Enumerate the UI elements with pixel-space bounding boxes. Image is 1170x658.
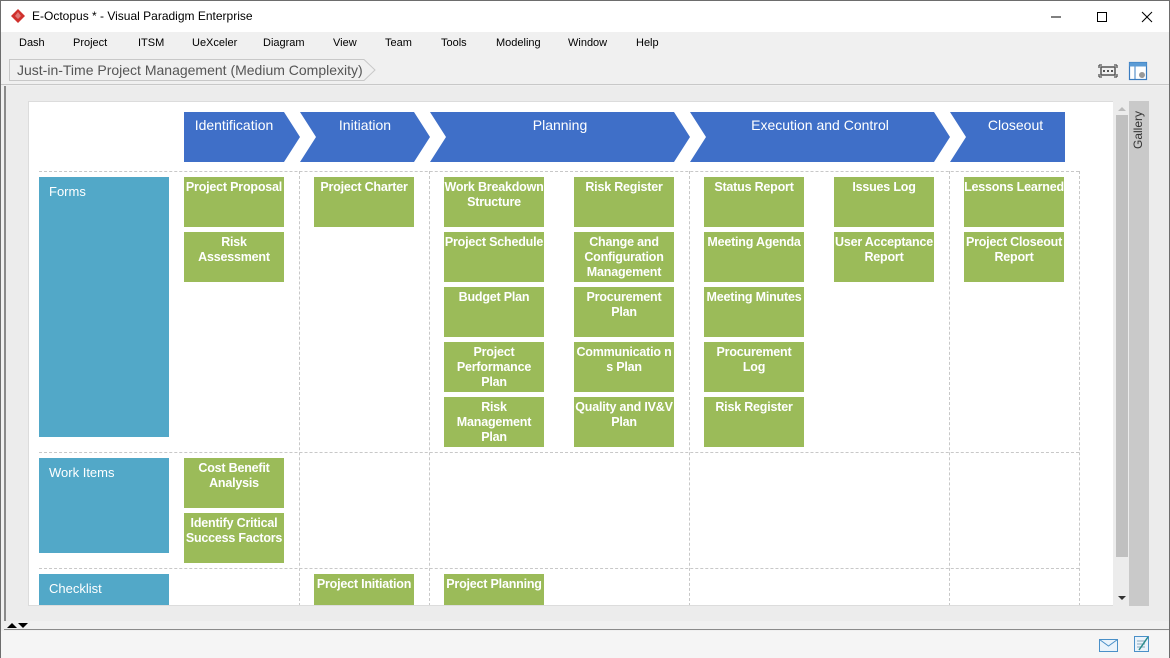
visual-paradigm-logo-icon [11,9,25,23]
fit-diagram-icon[interactable] [1098,61,1118,81]
grid-line [949,171,950,605]
menu-diagram[interactable]: Diagram [263,37,305,49]
phase-label: Initiation [338,117,392,133]
card-communications-plan[interactable]: Communicatio ns Plan [574,342,674,392]
minimize-button[interactable] [1033,1,1079,32]
grid-line [39,171,1079,172]
menu-bar: Dash Project ITSM UeXceler Diagram View … [1,32,1169,55]
gallery-tab[interactable]: Gallery [1129,101,1149,606]
phase-label: Identification [194,117,274,133]
maximize-icon [1097,11,1107,22]
card-meeting-agenda[interactable]: Meeting Agenda [704,232,804,282]
grid-line [299,171,300,605]
card-risk-register[interactable]: Risk Register [574,177,674,227]
grid-line [39,568,1079,569]
phase-identification[interactable]: Identification [184,112,300,162]
title-bar: E-Octopus * - Visual Paradigm Enterprise [1,1,1169,32]
row-label-checklist[interactable]: Checklist [39,574,169,605]
scroll-up-icon[interactable] [1114,104,1130,114]
vertical-scrollbar[interactable] [1113,101,1129,606]
grid-line [429,171,430,605]
card-risk-assessment[interactable]: Risk Assessment [184,232,284,282]
phase-label: Execution and Control [751,117,889,133]
status-bar [1,631,1169,658]
phase-initiation[interactable]: Initiation [300,112,430,162]
card-procurement-log[interactable]: Procurement Log [704,342,804,392]
card-user-acceptance-report[interactable]: User Acceptance Report [834,232,934,282]
card-risk-register-execution[interactable]: Risk Register [704,397,804,447]
grid-line [689,171,690,605]
phase-label: Closeout [987,117,1044,133]
menu-window[interactable]: Window [568,37,607,49]
expand-collapse-arrows-icon[interactable] [6,621,30,629]
menu-help[interactable]: Help [636,37,659,49]
menu-dash[interactable]: Dash [19,37,45,49]
close-button[interactable] [1124,1,1170,32]
card-identify-critical-success-factors[interactable]: Identify Critical Success Factors [184,513,284,563]
card-procurement-plan[interactable]: Procurement Plan [574,287,674,337]
card-lessons-learned[interactable]: Lessons Learned [964,177,1064,227]
phase-closeout[interactable]: Closeout [950,112,1065,162]
card-issues-log[interactable]: Issues Log [834,177,934,227]
card-quality-ivv-plan[interactable]: Quality and IV&V Plan [574,397,674,447]
card-cost-benefit-analysis[interactable]: Cost Benefit Analysis [184,458,284,508]
app-window: E-Octopus * - Visual Paradigm Enterprise… [0,0,1170,658]
grid-line [39,452,1079,453]
menu-tools[interactable]: Tools [441,37,467,49]
breadcrumb-bar: Just-in-Time Project Management (Medium … [1,55,1169,85]
breadcrumb-label: Just-in-Time Project Management (Medium … [17,62,363,78]
window-title: E-Octopus * - Visual Paradigm Enterprise [32,9,253,23]
diagram-board[interactable]: Identification Initiation Planning Execu… [28,101,1114,606]
card-project-closeout-report[interactable]: Project Closeout Report [964,232,1064,282]
menu-uexceler[interactable]: UeXceler [192,37,237,49]
row-label-forms[interactable]: Forms [39,177,169,437]
card-change-configuration-management[interactable]: Change and Configuration Management [574,232,674,282]
panel-splitter[interactable] [4,621,1169,630]
menu-project[interactable]: Project [73,37,107,49]
card-budget-plan[interactable]: Budget Plan [444,287,544,337]
card-project-performance-plan[interactable]: Project Performance Plan [444,342,544,392]
grid-line [1079,171,1080,605]
close-icon [1141,11,1153,22]
menu-view[interactable]: View [333,37,357,49]
card-meeting-minutes[interactable]: Meeting Minutes [704,287,804,337]
menu-itsm[interactable]: ITSM [138,37,164,49]
phase-planning[interactable]: Planning [430,112,690,162]
card-project-charter[interactable]: Project Charter [314,177,414,227]
phase-execution-and-control[interactable]: Execution and Control [690,112,950,162]
card-project-schedule[interactable]: Project Schedule [444,232,544,282]
notes-icon[interactable] [1134,635,1150,653]
mail-icon[interactable] [1099,639,1119,653]
phase-label: Planning [532,117,588,133]
gallery-label: Gallery [1131,111,1145,150]
maximize-button[interactable] [1079,1,1125,32]
card-project-initiation[interactable]: Project Initiation [314,574,414,605]
card-risk-management-plan[interactable]: Risk Management Plan [444,397,544,447]
minimize-icon [1051,16,1061,17]
card-status-report[interactable]: Status Report [704,177,804,227]
row-label-work-items[interactable]: Work Items [39,458,169,553]
scroll-down-icon[interactable] [1114,593,1130,603]
menu-team[interactable]: Team [385,37,412,49]
layout-panel-icon[interactable] [1128,61,1148,81]
diagram-canvas: Identification Initiation Planning Execu… [4,86,1169,621]
scrollbar-thumb[interactable] [1116,115,1128,557]
card-project-proposal[interactable]: Project Proposal [184,177,284,227]
menu-modeling[interactable]: Modeling [496,37,541,49]
card-work-breakdown-structure[interactable]: Work Breakdown Structure [444,177,544,227]
card-project-planning[interactable]: Project Planning [444,574,544,605]
